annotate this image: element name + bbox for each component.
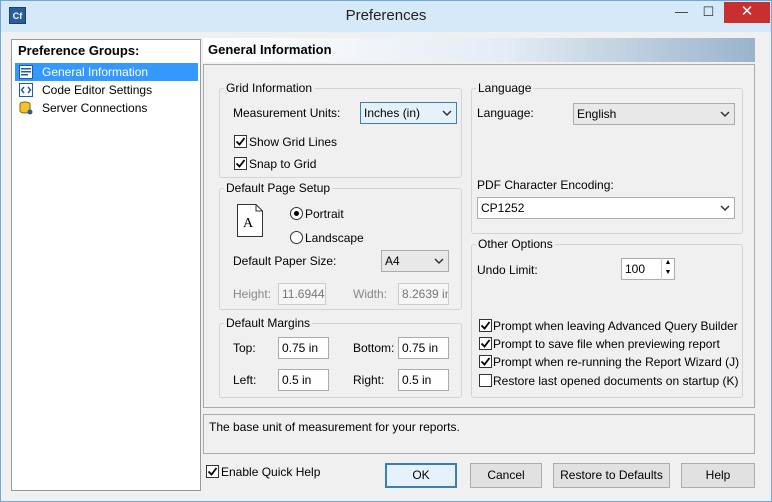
tree-item-label: Server Connections (42, 101, 148, 115)
spin-down-icon[interactable]: ▼ (662, 268, 674, 278)
quick-help-text: The base unit of measurement for your re… (209, 420, 460, 434)
enable-quick-help-label[interactable]: Enable Quick Help (221, 465, 320, 479)
prompt-rerun-wizard-checkbox[interactable] (479, 355, 492, 368)
checkmark-icon (235, 137, 246, 146)
portrait-label[interactable]: Portrait (305, 207, 344, 221)
pdf-encoding-value: CP1252 (481, 201, 525, 215)
undo-limit-value: 100 (625, 262, 646, 276)
landscape-radio[interactable] (290, 231, 303, 244)
snap-to-grid-checkbox[interactable] (234, 157, 247, 170)
preferences-window: Cf Preferences — ☐ ✕ Preference Groups: … (0, 0, 772, 502)
bottom-margin-field[interactable]: 0.75 in (398, 337, 449, 359)
tree-item-general-information[interactable]: General Information (15, 63, 198, 81)
height-field[interactable]: 11.6944 i (278, 283, 326, 305)
checkmark-icon (207, 467, 218, 476)
language-value: English (577, 107, 617, 121)
restore-last-documents-checkbox[interactable] (479, 374, 492, 387)
default-page-setup-legend: Default Page Setup (224, 181, 333, 195)
prompt-save-preview-checkbox[interactable] (479, 337, 492, 350)
other-options-legend: Other Options (476, 237, 555, 251)
pdf-encoding-select[interactable]: CP1252 (477, 197, 735, 219)
language-label: Language: (477, 106, 534, 120)
checkmark-icon (480, 339, 491, 348)
preference-groups-header: Preference Groups: (18, 43, 140, 58)
quick-help-box: The base unit of measurement for your re… (203, 414, 755, 454)
chevron-down-icon (442, 110, 452, 117)
tree-item-code-editor-settings[interactable]: Code Editor Settings (15, 81, 198, 99)
default-margins-legend: Default Margins (224, 316, 313, 330)
undo-limit-spinner[interactable]: ▲ ▼ (661, 258, 674, 280)
prompt-rerun-wizard-label[interactable]: Prompt when re-running the Report Wizard… (493, 355, 739, 369)
landscape-label[interactable]: Landscape (305, 231, 364, 245)
right-margin-label: Right: (353, 373, 385, 387)
code-editor-icon (19, 83, 33, 97)
measurement-units-label: Measurement Units: (233, 106, 341, 120)
language-select[interactable]: English (573, 103, 735, 125)
show-grid-lines-label[interactable]: Show Grid Lines (249, 135, 337, 149)
tree-item-server-connections[interactable]: Server Connections (15, 99, 198, 117)
language-legend: Language (476, 81, 534, 95)
enable-quick-help-checkbox[interactable] (206, 465, 219, 478)
section-header: General Information (203, 38, 755, 62)
chevron-down-icon (720, 205, 730, 212)
checkmark-icon (480, 321, 491, 330)
page-orientation-icon: A (237, 204, 263, 237)
paper-size-value: A4 (385, 254, 400, 268)
window-title: Preferences (345, 7, 427, 24)
right-margin-field[interactable]: 0.5 in (398, 369, 449, 391)
prompt-leave-query-builder-checkbox[interactable] (479, 319, 492, 332)
snap-to-grid-label[interactable]: Snap to Grid (249, 157, 316, 171)
section-title: General Information (208, 42, 332, 57)
restore-last-documents-label[interactable]: Restore last opened documents on startup… (493, 374, 738, 388)
close-button[interactable]: ✕ (724, 2, 770, 23)
database-icon (19, 101, 33, 115)
chevron-down-icon (720, 111, 730, 118)
top-margin-field[interactable]: 0.75 in (278, 337, 329, 359)
ok-button[interactable]: OK (385, 463, 457, 488)
left-margin-field[interactable]: 0.5 in (278, 369, 329, 391)
prompt-save-preview-label[interactable]: Prompt to save file when previewing repo… (493, 337, 720, 351)
bottom-margin-label: Bottom: (353, 341, 395, 355)
grid-information-legend: Grid Information (224, 81, 315, 95)
width-label: Width: (353, 287, 388, 301)
title-bar: Cf Preferences — ☐ ✕ (1, 1, 771, 32)
chevron-down-icon (434, 258, 444, 265)
pdf-encoding-label: PDF Character Encoding: (477, 178, 614, 192)
default-paper-size-label: Default Paper Size: (233, 254, 337, 268)
checkmark-icon (480, 357, 491, 366)
minimize-button[interactable]: — (668, 2, 695, 23)
left-margin-label: Left: (233, 373, 257, 387)
cancel-button[interactable]: Cancel (470, 463, 542, 488)
maximize-button[interactable]: ☐ (695, 2, 722, 23)
measurement-units-value: Inches (in) (364, 106, 421, 120)
undo-limit-label: Undo Limit: (477, 263, 538, 277)
tree-item-label: General Information (42, 65, 149, 79)
paper-size-select[interactable]: A4 (381, 250, 449, 272)
height-label: Height: (233, 287, 272, 301)
info-icon (19, 65, 33, 79)
prompt-leave-query-builder-label[interactable]: Prompt when leaving Advanced Query Build… (493, 319, 738, 333)
help-button[interactable]: Help (681, 463, 755, 488)
top-margin-label: Top: (233, 341, 256, 355)
restore-defaults-button[interactable]: Restore to Defaults (553, 463, 670, 488)
page-icon-letter: A (243, 216, 254, 231)
measurement-units-select[interactable]: Inches (in) (360, 102, 457, 124)
tree-item-label: Code Editor Settings (42, 83, 153, 97)
portrait-radio[interactable] (290, 207, 303, 220)
spin-up-icon[interactable]: ▲ (662, 258, 674, 268)
width-field[interactable]: 8.2639 in (398, 283, 449, 305)
preference-groups-panel: Preference Groups: General Information C… (11, 39, 201, 491)
checkmark-icon (235, 159, 246, 168)
show-grid-lines-checkbox[interactable] (234, 135, 247, 148)
